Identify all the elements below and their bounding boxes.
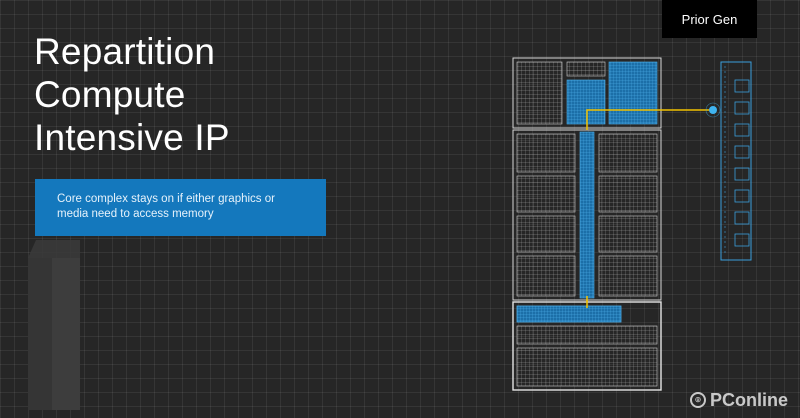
slide-title: Repartition Compute Intensive IP (34, 30, 334, 159)
pconline-logo-icon: ⌾ (690, 392, 706, 408)
step-number (28, 240, 80, 410)
title-line-2: Compute (34, 74, 186, 115)
title-line-3: Intensive IP (34, 117, 230, 158)
middle-block (512, 129, 662, 301)
memory-module (720, 61, 752, 261)
bottom-block (512, 301, 662, 391)
slide: { "title_lines": ["Repartition", "Comput… (0, 0, 800, 418)
watermark-text: PConline (710, 389, 789, 410)
chip-floorplan-diagram (512, 57, 752, 391)
title-line-1: Repartition (34, 31, 216, 72)
watermark: ⌾ PConline (690, 388, 788, 412)
badge-label: Prior Gen (681, 11, 738, 27)
callout-box: Core complex stays on if either graphics… (35, 179, 326, 236)
prior-gen-badge: Prior Gen (662, 0, 757, 38)
callout-text: Core complex stays on if either graphics… (57, 193, 275, 220)
